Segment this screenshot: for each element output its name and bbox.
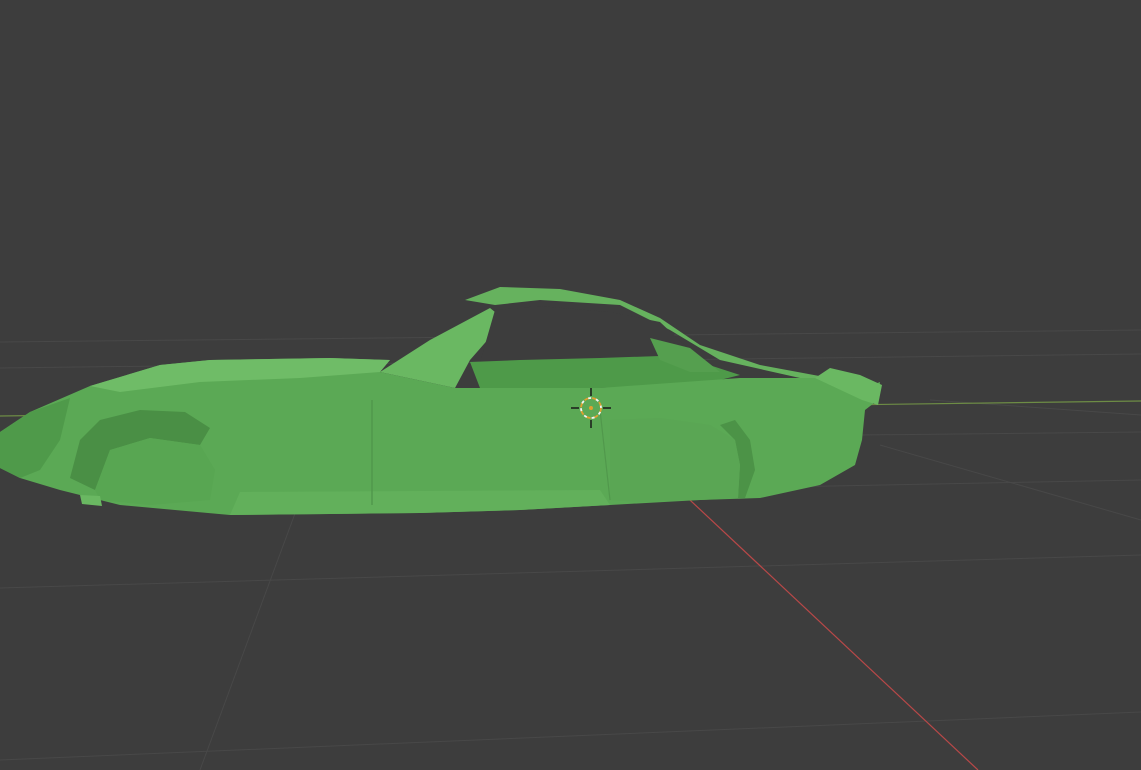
viewport-scene [0, 287, 1141, 770]
grid-line [779, 479, 1141, 488]
side-skirt [230, 490, 610, 515]
grid-line [879, 444, 1141, 521]
grid-line [199, 499, 301, 770]
grid-line [0, 711, 1141, 761]
car-body-mesh[interactable] [0, 287, 882, 515]
grid-line [859, 431, 1141, 436]
grid-line [0, 554, 1141, 589]
front-splitter [80, 495, 102, 506]
3d-viewport[interactable] [0, 0, 1141, 770]
